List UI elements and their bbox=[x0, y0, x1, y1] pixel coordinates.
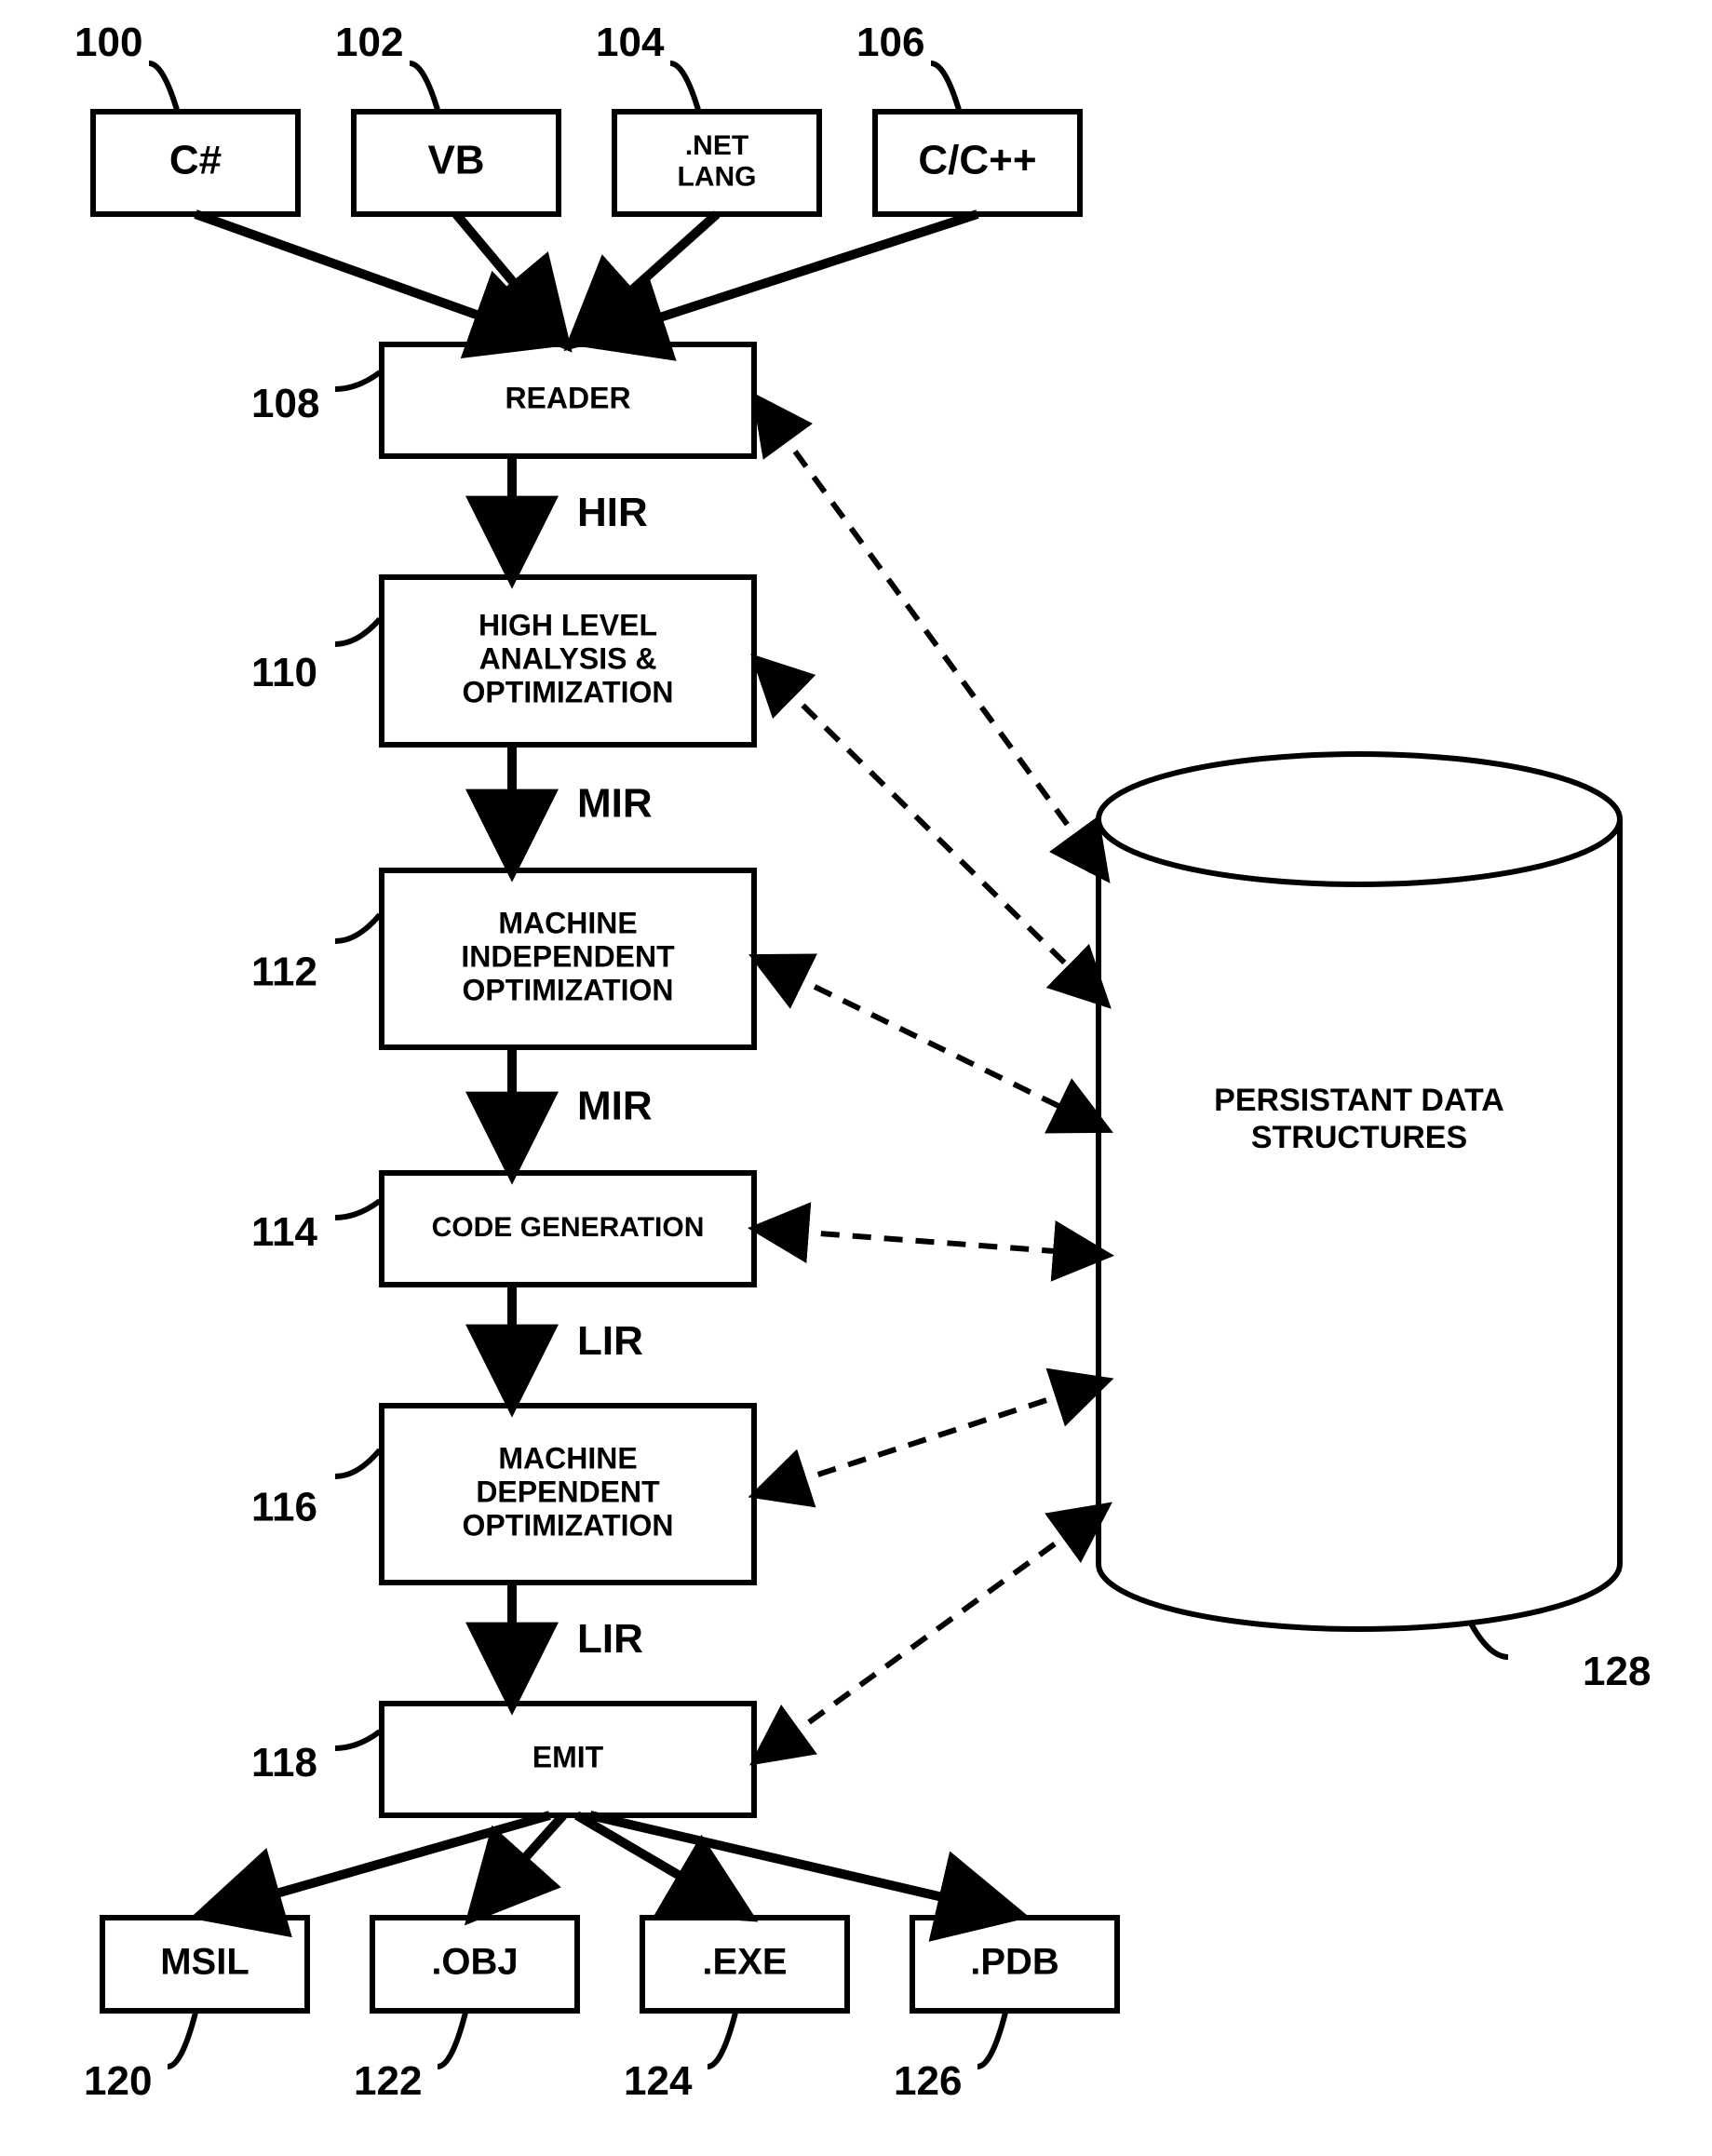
ref-110: 110 bbox=[251, 650, 317, 695]
stage-114: CODE GENERATION bbox=[382, 1173, 754, 1285]
output-msil-label: MSIL bbox=[160, 1942, 249, 1983]
output-exe: .EXE bbox=[642, 1918, 847, 2011]
stage-116: MACHINEDEPENDENTOPTIMIZATION bbox=[382, 1406, 754, 1583]
output-pdb-label: .PDB bbox=[970, 1942, 1059, 1983]
output-msil: MSIL bbox=[102, 1918, 307, 2011]
output-obj: .OBJ bbox=[372, 1918, 577, 2011]
input-c: C# bbox=[93, 112, 298, 214]
input-c-label: C# bbox=[169, 138, 222, 183]
datastore-label: PERSISTANT DATA bbox=[1214, 1083, 1504, 1118]
ref-106: 106 bbox=[856, 20, 924, 65]
output-pdb: .PDB bbox=[912, 1918, 1117, 2011]
ref-128: 128 bbox=[1583, 1649, 1651, 1694]
input-netlang: .NETLANG bbox=[614, 112, 819, 214]
datastore-label2: STRUCTURES bbox=[1251, 1120, 1467, 1155]
ref-114: 114 bbox=[251, 1209, 318, 1255]
input-cc: C/C++ bbox=[875, 112, 1080, 214]
ref-108: 108 bbox=[251, 381, 319, 426]
ref-124: 124 bbox=[624, 2058, 693, 2104]
ref-116: 116 bbox=[251, 1485, 317, 1530]
stage-118-label: EMIT bbox=[532, 1740, 604, 1773]
ref-100: 100 bbox=[74, 20, 142, 65]
ref-126: 126 bbox=[894, 2058, 962, 2104]
edge-label-mir-2: MIR bbox=[577, 1084, 653, 1129]
edge-label-hir-0: HIR bbox=[577, 490, 648, 535]
ref-120: 120 bbox=[84, 2058, 152, 2104]
stage-108: READER bbox=[382, 344, 754, 456]
input-netlang-label: .NET bbox=[685, 130, 748, 161]
input-cc-label: C/C++ bbox=[918, 138, 1036, 183]
stage-116-label: DEPENDENT bbox=[476, 1475, 660, 1508]
ref-104: 104 bbox=[596, 20, 665, 65]
stage-110-label: OPTIMIZATION bbox=[463, 675, 674, 708]
stage-112-label: MACHINE bbox=[498, 907, 637, 940]
stage-112-label: INDEPENDENT bbox=[461, 939, 675, 973]
stage-110: HIGH LEVELANALYSIS &OPTIMIZATION bbox=[382, 577, 754, 745]
stage-116-label: OPTIMIZATION bbox=[463, 1508, 674, 1542]
input-vb: VB bbox=[354, 112, 559, 214]
edge-label-mir-1: MIR bbox=[577, 781, 653, 827]
edge-label-lir-4: LIR bbox=[577, 1616, 643, 1662]
stage-110-label: ANALYSIS & bbox=[479, 641, 657, 675]
ref-122: 122 bbox=[354, 2058, 422, 2104]
stage-112: MACHINEINDEPENDENTOPTIMIZATION bbox=[382, 870, 754, 1047]
stage-108-label: READER bbox=[505, 381, 630, 414]
output-obj-label: .OBJ bbox=[431, 1942, 518, 1983]
stage-118: EMIT bbox=[382, 1704, 754, 1815]
stage-116-label: MACHINE bbox=[498, 1442, 637, 1476]
stage-114-label: CODE GENERATION bbox=[432, 1212, 705, 1243]
ref-118: 118 bbox=[251, 1740, 317, 1785]
input-vb-label: VB bbox=[427, 138, 484, 183]
ref-102: 102 bbox=[335, 20, 403, 65]
output-exe-label: .EXE bbox=[702, 1942, 787, 1983]
compiler-pipeline-diagram: C# VB .NETLANG C/C++ 100 102 104 106 READER HIGH … bbox=[0, 0, 1712, 2156]
stage-110-label: HIGH LEVEL bbox=[479, 609, 657, 642]
datastore: PERSISTANT DATASTRUCTURES bbox=[1099, 754, 1620, 1629]
input-netlang-label: LANG bbox=[678, 162, 757, 193]
ref-112: 112 bbox=[251, 950, 317, 995]
stage-112-label: OPTIMIZATION bbox=[463, 973, 674, 1006]
edge-label-lir-3: LIR bbox=[577, 1318, 643, 1364]
